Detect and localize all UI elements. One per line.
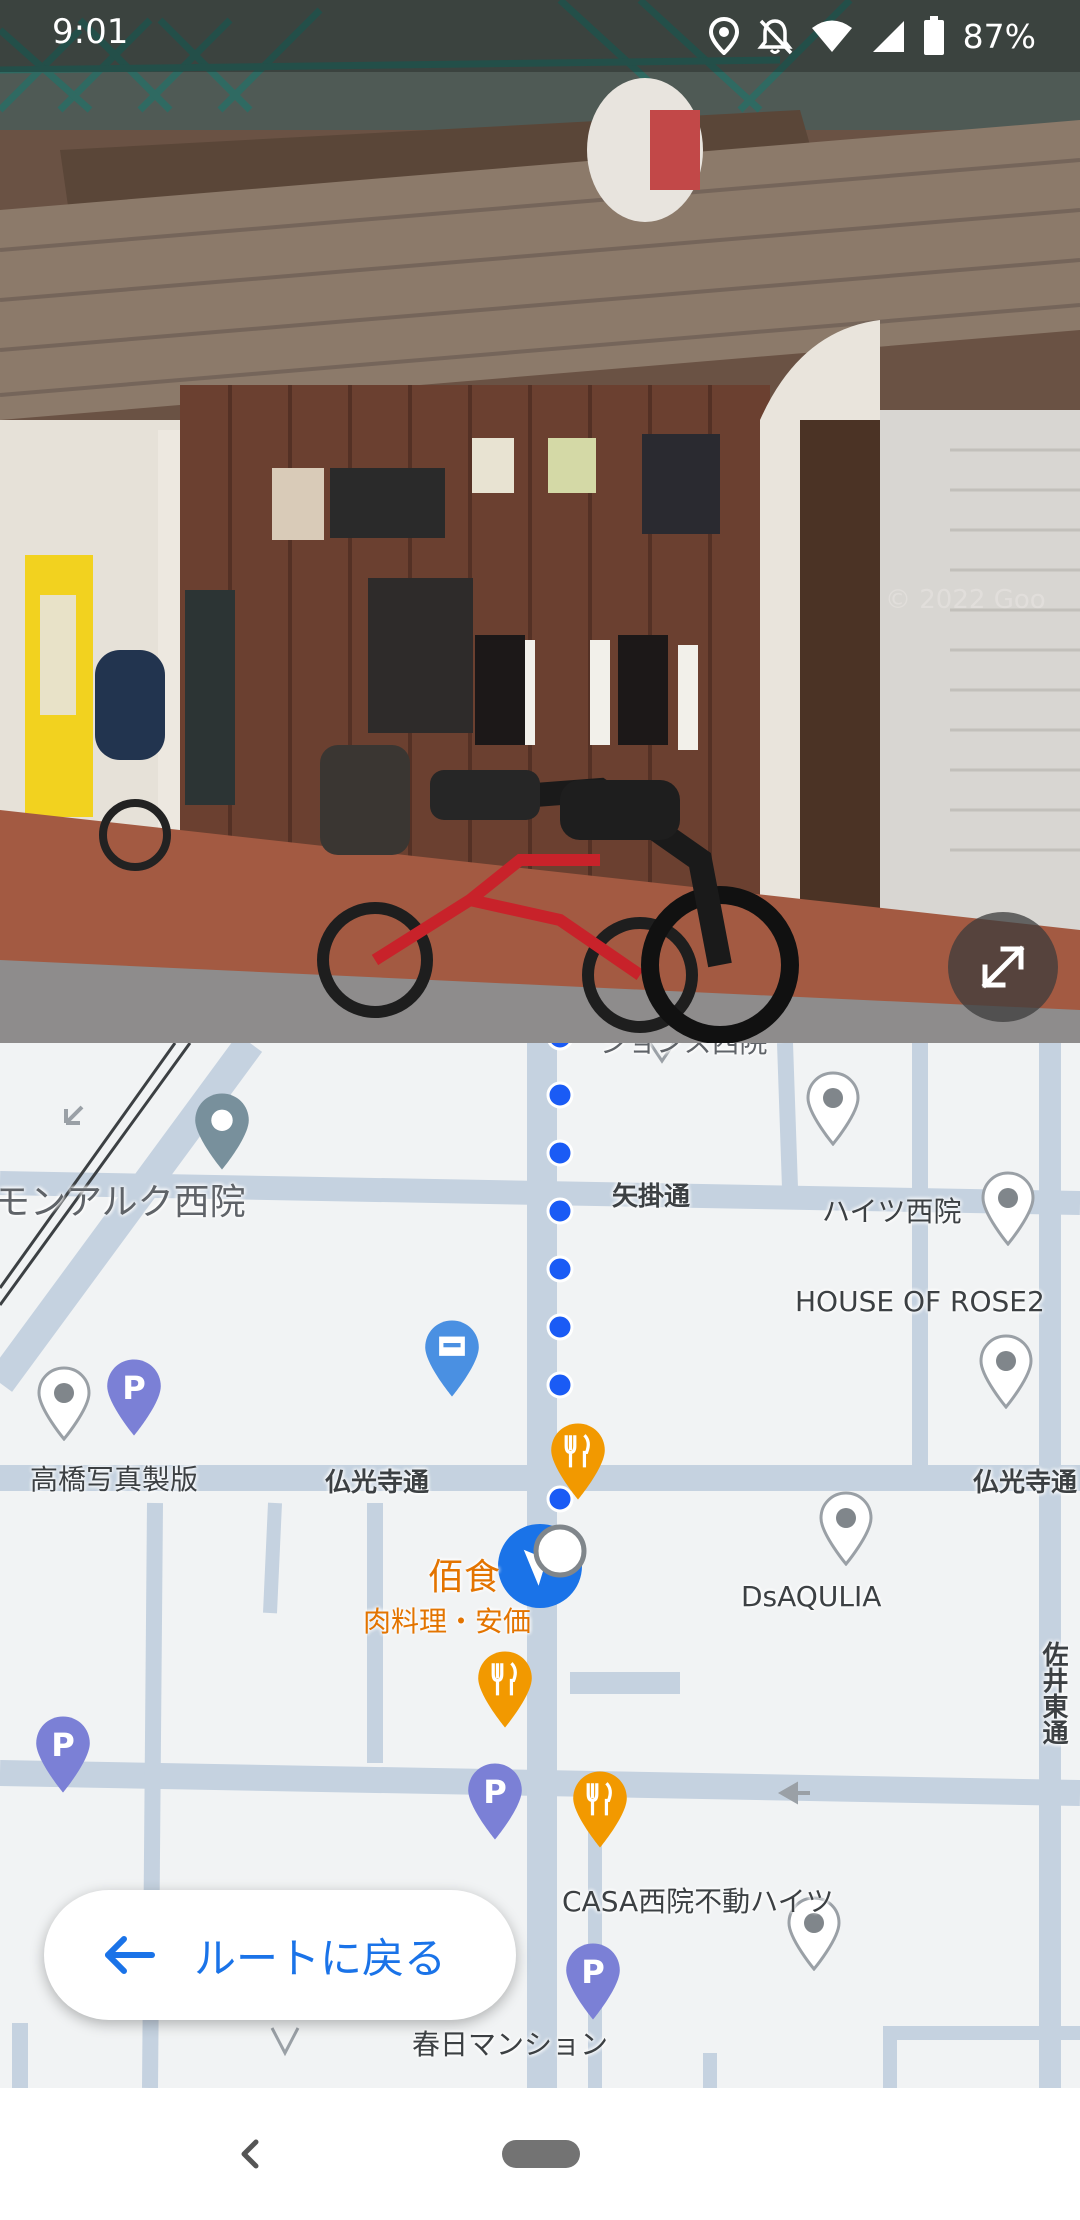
expand-button[interactable]: [948, 912, 1058, 1022]
system-nav-bar: [0, 2088, 1080, 2220]
svg-text:P: P: [51, 1726, 75, 1764]
expand-icon: [981, 945, 1025, 989]
street-view-image[interactable]: © 2022 Goo: [0, 0, 1080, 1043]
restaurant-category: 肉料理・安価: [363, 1605, 532, 1638]
restaurant-pin-icon[interactable]: [548, 1420, 608, 1502]
battery-percent: 87%: [962, 16, 1036, 56]
nav-home-pill[interactable]: [502, 2140, 580, 2168]
restaurant-pin-icon[interactable]: [570, 1768, 630, 1850]
cell-signal-icon: [872, 21, 904, 52]
location-icon: [708, 17, 739, 55]
place-label-house-of-rose: HOUSE OF ROSE2: [795, 1285, 1045, 1318]
street-view-position-marker-icon: [498, 1524, 587, 1608]
place-pin-icon[interactable]: [818, 1490, 874, 1566]
status-time: 9:01: [52, 12, 129, 52]
wifi-icon: [811, 20, 852, 52]
back-to-route-label: ルートに戻る: [194, 1933, 447, 1983]
place-label-top-cut: ジョンス西院: [600, 1043, 767, 1061]
place-pin-icon[interactable]: [980, 1170, 1036, 1246]
place-label-dsaqulia: DsAQULIA: [741, 1580, 882, 1613]
parking-pin-icon[interactable]: P: [104, 1356, 164, 1438]
parking-pin-icon[interactable]: P: [465, 1760, 525, 1842]
place-label-monarque: モンアルク西院: [0, 1182, 246, 1223]
parking-pin-icon[interactable]: P: [563, 1940, 623, 2022]
copyright-watermark: © 2022 Goo: [885, 585, 1046, 615]
place-pin-icon[interactable]: [978, 1333, 1034, 1409]
street-view-photo: © 2022 Goo: [0, 0, 1080, 1043]
restaurant-name[interactable]: 佰食: [428, 1548, 500, 1600]
status-icons: 87%: [708, 10, 1036, 62]
svg-text:P: P: [122, 1369, 146, 1407]
nav-back-icon[interactable]: [222, 2126, 278, 2182]
place-label-heights-saiin: ハイツ西院: [822, 1195, 962, 1228]
post-office-pin-icon[interactable]: [422, 1317, 482, 1399]
street-label-yakakedori: 矢掛通: [612, 1182, 691, 1212]
back-to-route-button[interactable]: ルートに戻る: [44, 1890, 516, 2020]
place-label-casa: CASA西院不動ハイツ: [562, 1885, 834, 1918]
notifications-off-icon: [756, 19, 793, 55]
svg-text:P: P: [483, 1773, 507, 1811]
svg-text:P: P: [581, 1953, 605, 1991]
street-label-bukkoujidori-right: 仏光寺通: [973, 1468, 1078, 1498]
street-label-saiihigashidori: 佐井東通: [1038, 1641, 1068, 1745]
arrow-left-icon: [105, 1936, 155, 1974]
status-bar: 9:01 87%: [0, 0, 1080, 72]
parking-pin-icon[interactable]: P: [33, 1713, 93, 1795]
place-pin-icon[interactable]: [805, 1070, 861, 1146]
restaurant-pin-icon[interactable]: [475, 1648, 535, 1730]
place-label-takahashi: 高橋写真製版: [30, 1463, 199, 1496]
landmark-pin-icon[interactable]: [192, 1090, 252, 1172]
street-label-bukkoujidori: 仏光寺通: [325, 1468, 430, 1498]
place-label-kasuga: 春日マンション: [412, 2028, 609, 2061]
battery-icon: [923, 16, 944, 55]
place-pin-icon[interactable]: [36, 1365, 92, 1441]
